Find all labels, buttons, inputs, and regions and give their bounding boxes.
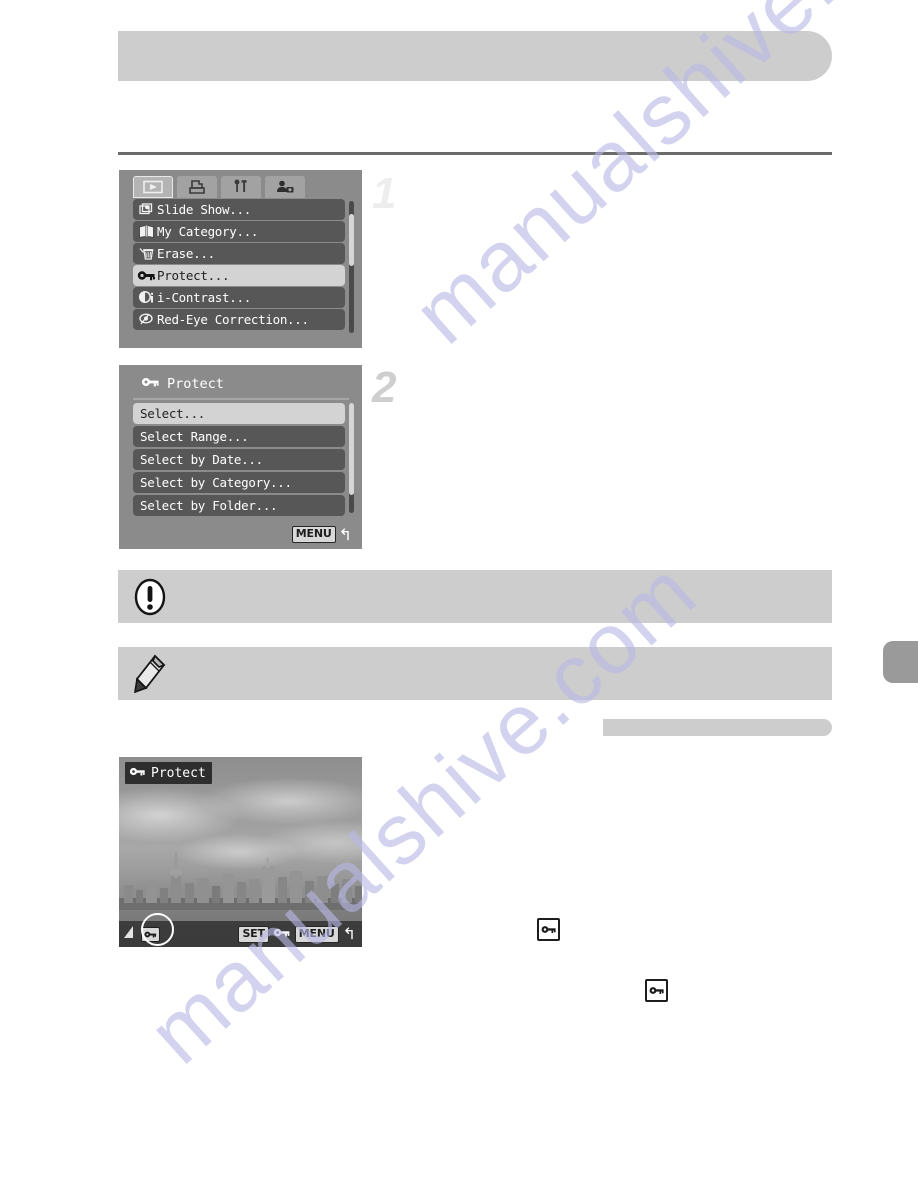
protect-image-screenshot: Protect SET MENU ↰ bbox=[119, 757, 362, 947]
page-header-bar bbox=[118, 31, 832, 81]
step-number-2: 2 bbox=[372, 363, 397, 412]
print-tab-icon bbox=[189, 180, 205, 194]
side-tab-marker bbox=[883, 641, 918, 683]
battery-icon bbox=[123, 924, 135, 944]
menu-item-label: Protect... bbox=[157, 268, 230, 283]
section-subhead-bar bbox=[603, 719, 832, 736]
playback-tab-icon bbox=[143, 180, 163, 194]
trash-icon bbox=[136, 245, 157, 263]
menu-button[interactable]: MENU bbox=[291, 526, 336, 543]
protect-submenu-screenshot: Protect Select... Select Range... Select… bbox=[119, 365, 362, 549]
return-arrow-icon: ↰ bbox=[342, 924, 356, 943]
menu-item-label: Red-Eye Correction... bbox=[157, 312, 309, 327]
key-icon bbox=[136, 267, 157, 285]
menu-item-slide-show[interactable]: Slide Show... bbox=[133, 199, 345, 220]
submenu-item-label: Select... bbox=[140, 406, 206, 421]
category-book-icon bbox=[136, 223, 157, 241]
playback-menu-list: Slide Show... My Category... Erase... Pr… bbox=[133, 199, 345, 331]
menu-item-erase[interactable]: Erase... bbox=[133, 243, 345, 264]
menu-item-i-contrast[interactable]: i-Contrast... bbox=[133, 287, 345, 308]
submenu-item-select[interactable]: Select... bbox=[133, 403, 345, 424]
key-icon bbox=[141, 375, 160, 393]
submenu-item-label: Select by Category... bbox=[140, 475, 292, 490]
step-number-1: 1 bbox=[372, 169, 397, 218]
circle-highlight-annotation bbox=[141, 913, 174, 946]
settings-tab-icon bbox=[234, 179, 247, 192]
submenu-footer-buttons: MENU ↰ bbox=[291, 524, 352, 544]
key-icon bbox=[129, 764, 146, 782]
protect-submenu-title: Protect bbox=[141, 375, 224, 393]
key-icon bbox=[273, 925, 291, 943]
key-boxed-icon bbox=[537, 918, 560, 941]
warning-exclamation-icon bbox=[130, 577, 170, 617]
submenu-item-label: Select Range... bbox=[140, 429, 249, 444]
submenu-item-select-range[interactable]: Select Range... bbox=[133, 426, 345, 447]
playback-menu-screenshot: Slide Show... My Category... Erase... Pr… bbox=[119, 170, 362, 348]
submenu-item-select-by-category[interactable]: Select by Category... bbox=[133, 472, 345, 493]
key-boxed-icon bbox=[645, 979, 668, 1002]
submenu-item-label: Select by Date... bbox=[140, 452, 263, 467]
menu-item-label: My Category... bbox=[157, 224, 259, 239]
menu-button[interactable]: MENU bbox=[294, 925, 339, 943]
my-camera-tab-icon bbox=[277, 180, 294, 193]
menu-item-label: i-Contrast... bbox=[157, 290, 251, 305]
set-button[interactable]: SET bbox=[238, 925, 269, 943]
horizontal-rule bbox=[118, 152, 832, 155]
title-separator bbox=[133, 398, 349, 400]
return-arrow-icon: ↰ bbox=[338, 524, 352, 544]
submenu-scrollbar-thumb[interactable] bbox=[349, 403, 354, 495]
playback-tab[interactable] bbox=[133, 176, 173, 198]
menu-scrollbar-thumb[interactable] bbox=[349, 214, 354, 266]
submenu-item-select-by-date[interactable]: Select by Date... bbox=[133, 449, 345, 470]
my-camera-tab[interactable] bbox=[265, 176, 305, 198]
menu-item-my-category[interactable]: My Category... bbox=[133, 221, 345, 242]
red-eye-icon bbox=[136, 311, 157, 329]
settings-tab[interactable] bbox=[221, 176, 261, 198]
protect-submenu-title-text: Protect bbox=[167, 376, 224, 392]
contrast-icon bbox=[136, 289, 157, 307]
photo-skyline bbox=[119, 852, 362, 910]
callout-note bbox=[118, 647, 832, 700]
menu-tab-bar bbox=[133, 176, 305, 198]
menu-item-red-eye-correction[interactable]: Red-Eye Correction... bbox=[133, 309, 345, 330]
protect-options-list: Select... Select Range... Select by Date… bbox=[133, 403, 345, 518]
note-pencil-icon bbox=[130, 654, 170, 694]
protect-image-title-text: Protect bbox=[151, 765, 206, 781]
submenu-item-label: Select by Folder... bbox=[140, 498, 278, 513]
menu-item-protect[interactable]: Protect... bbox=[133, 265, 345, 286]
bottom-bar-right: SET MENU ↰ bbox=[238, 925, 356, 943]
submenu-item-select-by-folder[interactable]: Select by Folder... bbox=[133, 495, 345, 516]
protect-image-title: Protect bbox=[125, 762, 212, 784]
print-tab[interactable] bbox=[177, 176, 217, 198]
callout-warning bbox=[118, 570, 832, 623]
menu-item-label: Erase... bbox=[157, 246, 215, 261]
slideshow-icon bbox=[136, 201, 157, 219]
menu-item-label: Slide Show... bbox=[157, 202, 251, 217]
